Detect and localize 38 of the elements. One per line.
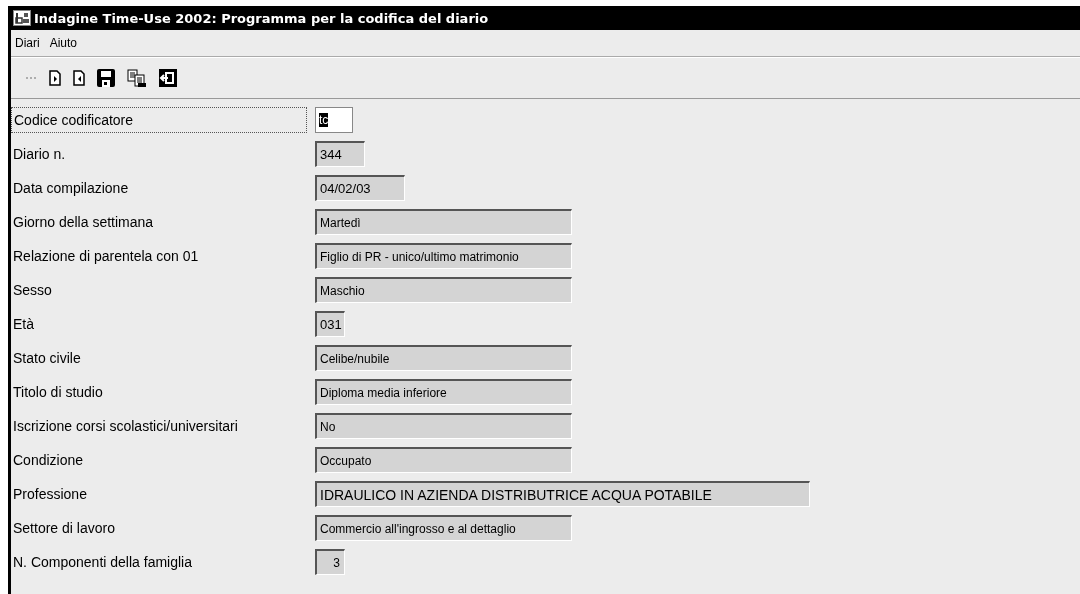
field-label: Data compilazione — [12, 180, 130, 196]
field-label: Condizione — [12, 452, 85, 468]
input-field[interactable]: 344 — [315, 141, 365, 167]
input-field[interactable]: tc — [315, 107, 353, 133]
field-label: Iscrizione corsi scolastici/universitari — [12, 418, 239, 434]
field-label: Codice codificatore — [11, 107, 307, 133]
field-label: Relazione di parentela con 01 — [12, 248, 200, 264]
input-field[interactable]: Maschio — [315, 277, 572, 303]
input-field[interactable]: Commercio all'ingrosso e al dettaglio — [315, 515, 572, 541]
exit-icon[interactable] — [159, 69, 177, 87]
field-label: Professione — [12, 486, 88, 502]
input-field[interactable]: IDRAULICO IN AZIENDA DISTRIBUTRICE ACQUA POTABILE — [315, 481, 810, 507]
field-label: Diario n. — [12, 146, 67, 162]
field-label: Età — [12, 316, 35, 332]
field-label: Titolo di studio — [12, 384, 104, 400]
input-field[interactable]: Diploma media inferiore — [315, 379, 572, 405]
field-label: Sesso — [12, 282, 53, 298]
document-next-icon[interactable] — [49, 70, 61, 86]
input-field[interactable]: Occupato — [315, 447, 572, 473]
input-field[interactable]: Figlio di PR - unico/ultimo matrimonio — [315, 243, 572, 269]
input-field[interactable]: Celibe/nubile — [315, 345, 572, 371]
field-label: Stato civile — [12, 350, 82, 366]
menu-item[interactable]: Aiuto — [49, 36, 78, 50]
app-icon — [13, 10, 31, 26]
input-field[interactable]: Martedì — [315, 209, 572, 235]
menu-item[interactable]: Diari — [15, 36, 40, 50]
save-icon[interactable] — [97, 69, 115, 87]
input-field[interactable]: 04/02/03 — [315, 175, 405, 201]
input-field[interactable]: 031 — [315, 311, 345, 337]
grip-icon — [25, 76, 37, 80]
field-label: N. Componenti della famiglia — [12, 554, 193, 570]
document-previous-icon[interactable] — [73, 70, 85, 86]
field-label: Giorno della settimana — [12, 214, 155, 230]
copy-documents-icon[interactable] — [127, 69, 147, 87]
input-field[interactable]: No — [315, 413, 572, 439]
field-label: Settore di lavoro — [12, 520, 116, 536]
input-field[interactable]: 3 — [315, 549, 345, 575]
window-title: Indagine Time-Use 2002: Programma per la codifica del diario — [34, 10, 489, 26]
